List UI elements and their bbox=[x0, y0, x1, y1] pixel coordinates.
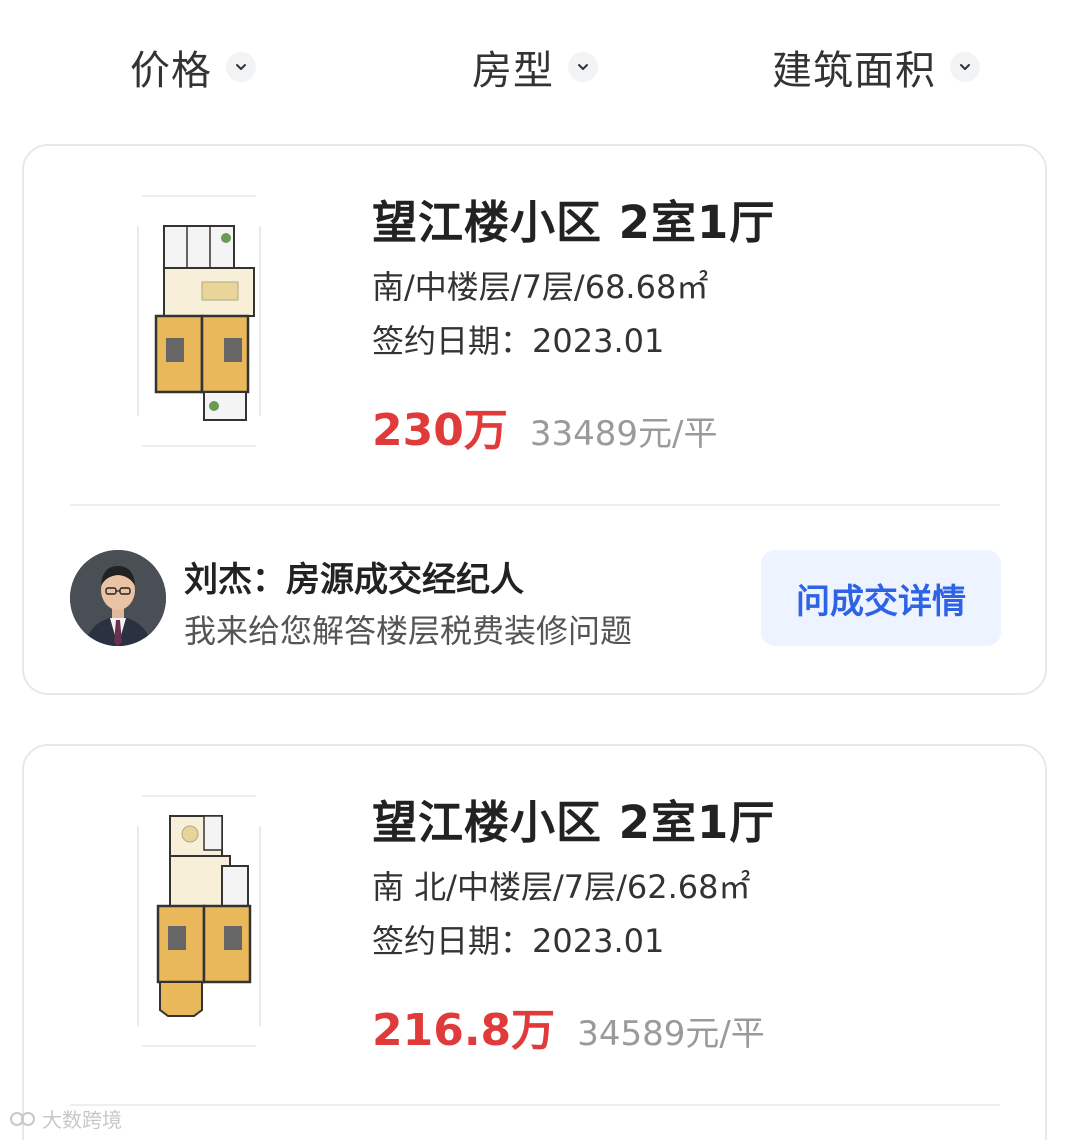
total-price: 230万 bbox=[372, 405, 508, 456]
listing-title: 望江楼小区 2室1厅 bbox=[372, 796, 776, 849]
chevron-down-icon bbox=[950, 52, 980, 82]
total-price: 216.8万 bbox=[372, 1005, 556, 1056]
filter-area[interactable]: 建筑面积 bbox=[772, 42, 980, 94]
agent-name: 刘杰：房源成交经纪人 bbox=[184, 560, 524, 600]
filter-layout-label: 房型 bbox=[472, 48, 554, 94]
unit-price: 33489元/平 bbox=[529, 414, 718, 454]
divider bbox=[70, 504, 1000, 506]
listing-sign-date: 签约日期：2023.01 bbox=[372, 322, 665, 360]
filter-layout[interactable]: 房型 bbox=[472, 42, 598, 94]
listing-card[interactable]: 望江楼小区 2室1厅 南 北/中楼层/7层/62.68㎡ 签约日期：2023.0… bbox=[22, 744, 1047, 1140]
divider bbox=[70, 1104, 1000, 1106]
watermark-text: 大数跨境 bbox=[42, 1108, 122, 1132]
unit-price: 34589元/平 bbox=[577, 1014, 765, 1054]
floor-plan-image bbox=[137, 795, 261, 1047]
watermark-logo-icon bbox=[10, 1111, 35, 1126]
listing-title: 望江楼小区 2室1厅 bbox=[372, 196, 776, 249]
listing-info: 南 北/中楼层/7层/62.68㎡ bbox=[372, 868, 751, 906]
price-row: 230万 33489元/平 bbox=[372, 394, 717, 458]
listing-sign-date: 签约日期：2023.01 bbox=[372, 922, 665, 960]
filter-bar: 价格 房型 建筑面积 bbox=[0, 0, 1073, 130]
filter-price-label: 价格 bbox=[130, 48, 212, 94]
agent-description: 我来给您解答楼层税费装修问题 bbox=[184, 612, 633, 650]
watermark: 大数跨境 bbox=[10, 1104, 122, 1133]
chevron-down-icon bbox=[226, 52, 256, 82]
listing-card[interactable]: 望江楼小区 2室1厅 南/中楼层/7层/68.68㎡ 签约日期：2023.01 … bbox=[22, 144, 1047, 695]
agent-avatar[interactable] bbox=[70, 550, 166, 646]
filter-area-label: 建筑面积 bbox=[772, 48, 936, 94]
filter-price[interactable]: 价格 bbox=[130, 42, 256, 94]
chevron-down-icon bbox=[568, 52, 598, 82]
price-row: 216.8万 34589元/平 bbox=[372, 994, 765, 1058]
ask-deal-details-button[interactable]: 问成交详情 bbox=[761, 550, 1001, 646]
floor-plan-image bbox=[137, 195, 261, 447]
listing-info: 南/中楼层/7层/68.68㎡ bbox=[372, 268, 709, 306]
